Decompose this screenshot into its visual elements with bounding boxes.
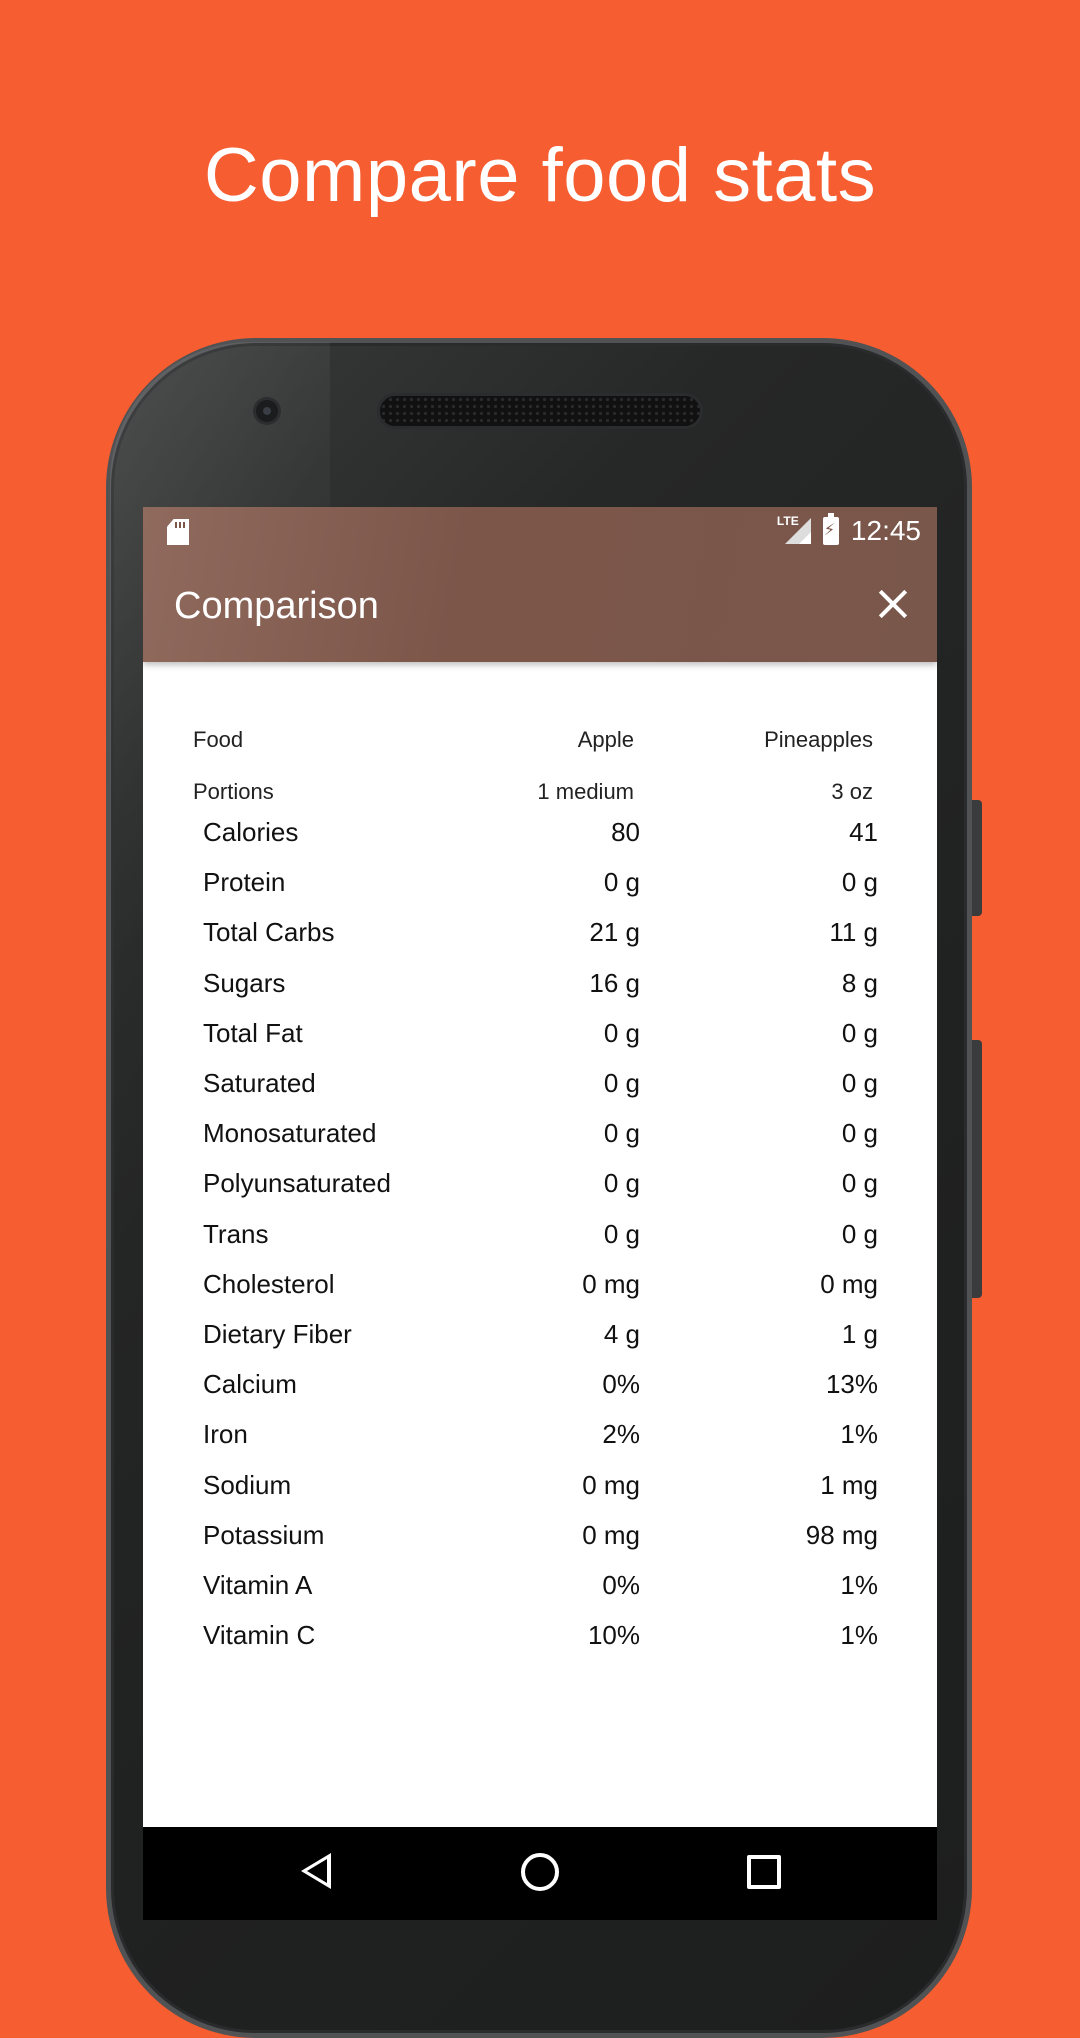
food2-value: 0 g [841, 1218, 878, 1249]
food1-value: 0 mg [582, 1268, 640, 1299]
food1-value: 4 g [603, 1319, 640, 1349]
promo-headline: Compare food stats [203, 133, 877, 218]
nutrient-row: Vitamin C 10% 1% [143, 1620, 937, 1660]
nutrient-row: Protein 0 g 0 g [143, 867, 937, 907]
screen-title: Comparison [174, 585, 379, 627]
food1-value: 0 g [603, 1218, 640, 1249]
food2-value: 41 [849, 817, 878, 847]
nutrient-name: Trans [203, 1218, 269, 1249]
nutrient-name: Total Fat [203, 1017, 303, 1048]
food2-value: 11 g [829, 917, 878, 948]
nutrient-name: Iron [203, 1419, 248, 1450]
nutrient-row: Vitamin A 0% 1% [143, 1570, 937, 1610]
food1-value: 0 g [603, 1017, 640, 1048]
food1-value: 10% [587, 1620, 640, 1651]
food2-value: 1 mg [820, 1469, 878, 1500]
lte-signal-icon: LTE [777, 514, 811, 546]
food2-value: 0 mg [820, 1268, 878, 1299]
food2-value: 0 g [841, 867, 878, 898]
front-camera [256, 400, 278, 422]
food2-value: 0 g [841, 1118, 878, 1149]
nutrient-name: Calories [203, 817, 299, 847]
nutrient-row: Dietary Fiber 4 g 1 g [143, 1319, 937, 1359]
food1-value: 0 mg [582, 1519, 640, 1550]
nutrient-name: Potassium [203, 1519, 325, 1550]
nutrient-row: Sodium 0 mg 1 mg [143, 1470, 937, 1510]
food1-portion: 1 medium [537, 779, 634, 804]
nutrient-row: Total Fat 0 g 0 g [143, 1018, 937, 1058]
app-bar: LTE 12:45 Comparison [143, 507, 937, 662]
food2-value: 8 g [841, 967, 878, 998]
food1-value: 16 g [589, 967, 640, 998]
battery-charging-icon [822, 513, 839, 545]
nutrient-name: Sodium [203, 1469, 292, 1500]
status-bar: LTE 12:45 [143, 507, 937, 555]
nutrient-name: Saturated [203, 1068, 316, 1098]
nutrient-row: Iron 2% 1% [143, 1419, 937, 1459]
navigation-bar [143, 1827, 937, 1920]
nutrient-row: Potassium 0 mg 98 mg [143, 1520, 937, 1560]
header-row: Food Apple Pineapples [143, 727, 937, 757]
food2-value: 0 g [841, 1068, 878, 1098]
portions-row: Portions 1 medium 3 oz [143, 779, 937, 809]
nutrient-name: Vitamin C [203, 1620, 316, 1651]
nutrient-name: Total Carbs [203, 917, 335, 948]
nutrient-name: Cholesterol [203, 1268, 335, 1299]
food2-value: 0 g [841, 1168, 878, 1199]
food2-portion: 3 oz [831, 779, 873, 804]
status-time: 12:45 [850, 515, 921, 546]
food1-value: 80 [611, 817, 640, 847]
nutrient-row: Total Carbs 21 g 11 g [143, 917, 937, 957]
portions-label: Portions [193, 779, 274, 804]
nutrient-name: Calcium [203, 1369, 297, 1400]
food1-value: 0 g [603, 867, 640, 898]
food2-value: 98 mg [805, 1519, 878, 1550]
food1-value: 0 g [603, 1168, 640, 1199]
sd-card-icon [167, 519, 189, 545]
close-icon[interactable] [869, 579, 919, 629]
phone-screen: LTE 12:45 Comparison Food Apple Pineappl… [143, 507, 937, 1920]
food1-name: Apple [577, 727, 634, 752]
food1-value: 0 mg [582, 1469, 640, 1500]
food2-value: 1% [840, 1570, 878, 1600]
nutrient-name: Protein [203, 867, 286, 898]
food1-value: 0% [602, 1570, 640, 1600]
earpiece-speaker [380, 396, 700, 426]
phone-volume-button [972, 1040, 982, 1298]
food2-value: 13% [825, 1369, 878, 1400]
home-icon[interactable] [521, 1853, 559, 1891]
nutrient-name: Monosaturated [203, 1118, 377, 1149]
header-label: Food [193, 727, 244, 752]
nutrient-row: Trans 0 g 0 g [143, 1219, 937, 1259]
back-icon[interactable] [301, 1853, 331, 1889]
nutrient-row: Polyunsaturated 0 g 0 g [143, 1168, 937, 1208]
nutrient-name: Sugars [203, 967, 286, 998]
food1-value: 0% [602, 1369, 640, 1400]
phone-power-button [972, 800, 982, 916]
nutrient-row: Calcium 0% 13% [143, 1369, 937, 1409]
nutrient-row: Calories 80 41 [143, 817, 937, 857]
nutrient-name: Polyunsaturated [203, 1168, 391, 1199]
nutrient-row: Monosaturated 0 g 0 g [143, 1118, 937, 1158]
status-icons: LTE 12:45 [777, 513, 921, 549]
food1-value: 21 g [589, 917, 640, 948]
food2-value: 1 g [841, 1319, 878, 1349]
food2-name: Pineapples [764, 727, 873, 752]
recent-apps-icon[interactable] [747, 1855, 781, 1889]
nutrient-name: Vitamin A [203, 1570, 313, 1600]
nutrient-row: Saturated 0 g 0 g [143, 1068, 937, 1108]
food1-value: 0 g [603, 1068, 640, 1098]
nutrient-name: Dietary Fiber [203, 1319, 352, 1349]
nutrient-row: Sugars 16 g 8 g [143, 968, 937, 1008]
nutrient-row: Cholesterol 0 mg 0 mg [143, 1269, 937, 1309]
food2-value: 1% [840, 1620, 878, 1651]
food2-value: 1% [840, 1419, 878, 1450]
food1-value: 0 g [603, 1118, 640, 1149]
food2-value: 0 g [841, 1017, 878, 1048]
food1-value: 2% [602, 1419, 640, 1450]
